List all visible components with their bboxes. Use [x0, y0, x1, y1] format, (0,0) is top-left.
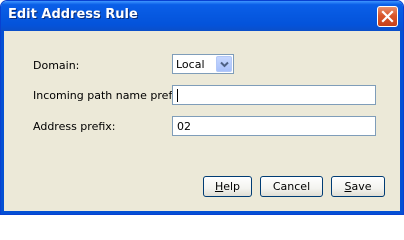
address-prefix-input[interactable]: 02	[172, 116, 376, 136]
domain-selected-value: Local	[176, 58, 205, 71]
window-border-right	[400, 31, 403, 214]
save-mnemonic: S	[344, 180, 352, 193]
title-bar[interactable]: Edit Address Rule	[1, 1, 403, 31]
cancel-button[interactable]: Cancel	[260, 176, 323, 197]
chevron-down-icon	[220, 61, 229, 68]
help-label-rest: elp	[223, 180, 241, 193]
domain-dropdown-button[interactable]	[216, 56, 232, 72]
save-label-rest: ave	[351, 180, 372, 193]
domain-select[interactable]: Local	[172, 54, 234, 74]
dialog-title: Edit Address Rule	[8, 7, 138, 22]
domain-label: Domain:	[33, 59, 80, 72]
incoming-prefix-input[interactable]	[172, 85, 376, 105]
incoming-prefix-label: Incoming path name prefix:	[33, 89, 186, 102]
save-button[interactable]: Save	[331, 176, 385, 197]
help-mnemonic: H	[214, 180, 224, 193]
close-icon	[381, 10, 394, 23]
window-border-bottom	[1, 211, 403, 214]
address-prefix-label: Address prefix:	[33, 120, 116, 133]
help-button[interactable]: Help	[203, 176, 252, 197]
address-prefix-value: 02	[177, 120, 191, 133]
close-button[interactable]	[377, 6, 398, 27]
edit-address-rule-dialog: Edit Address Rule Domain: Local Incoming…	[0, 0, 404, 215]
window-border-left	[1, 31, 4, 214]
text-caret	[177, 89, 178, 102]
cancel-label: Cancel	[272, 180, 311, 193]
